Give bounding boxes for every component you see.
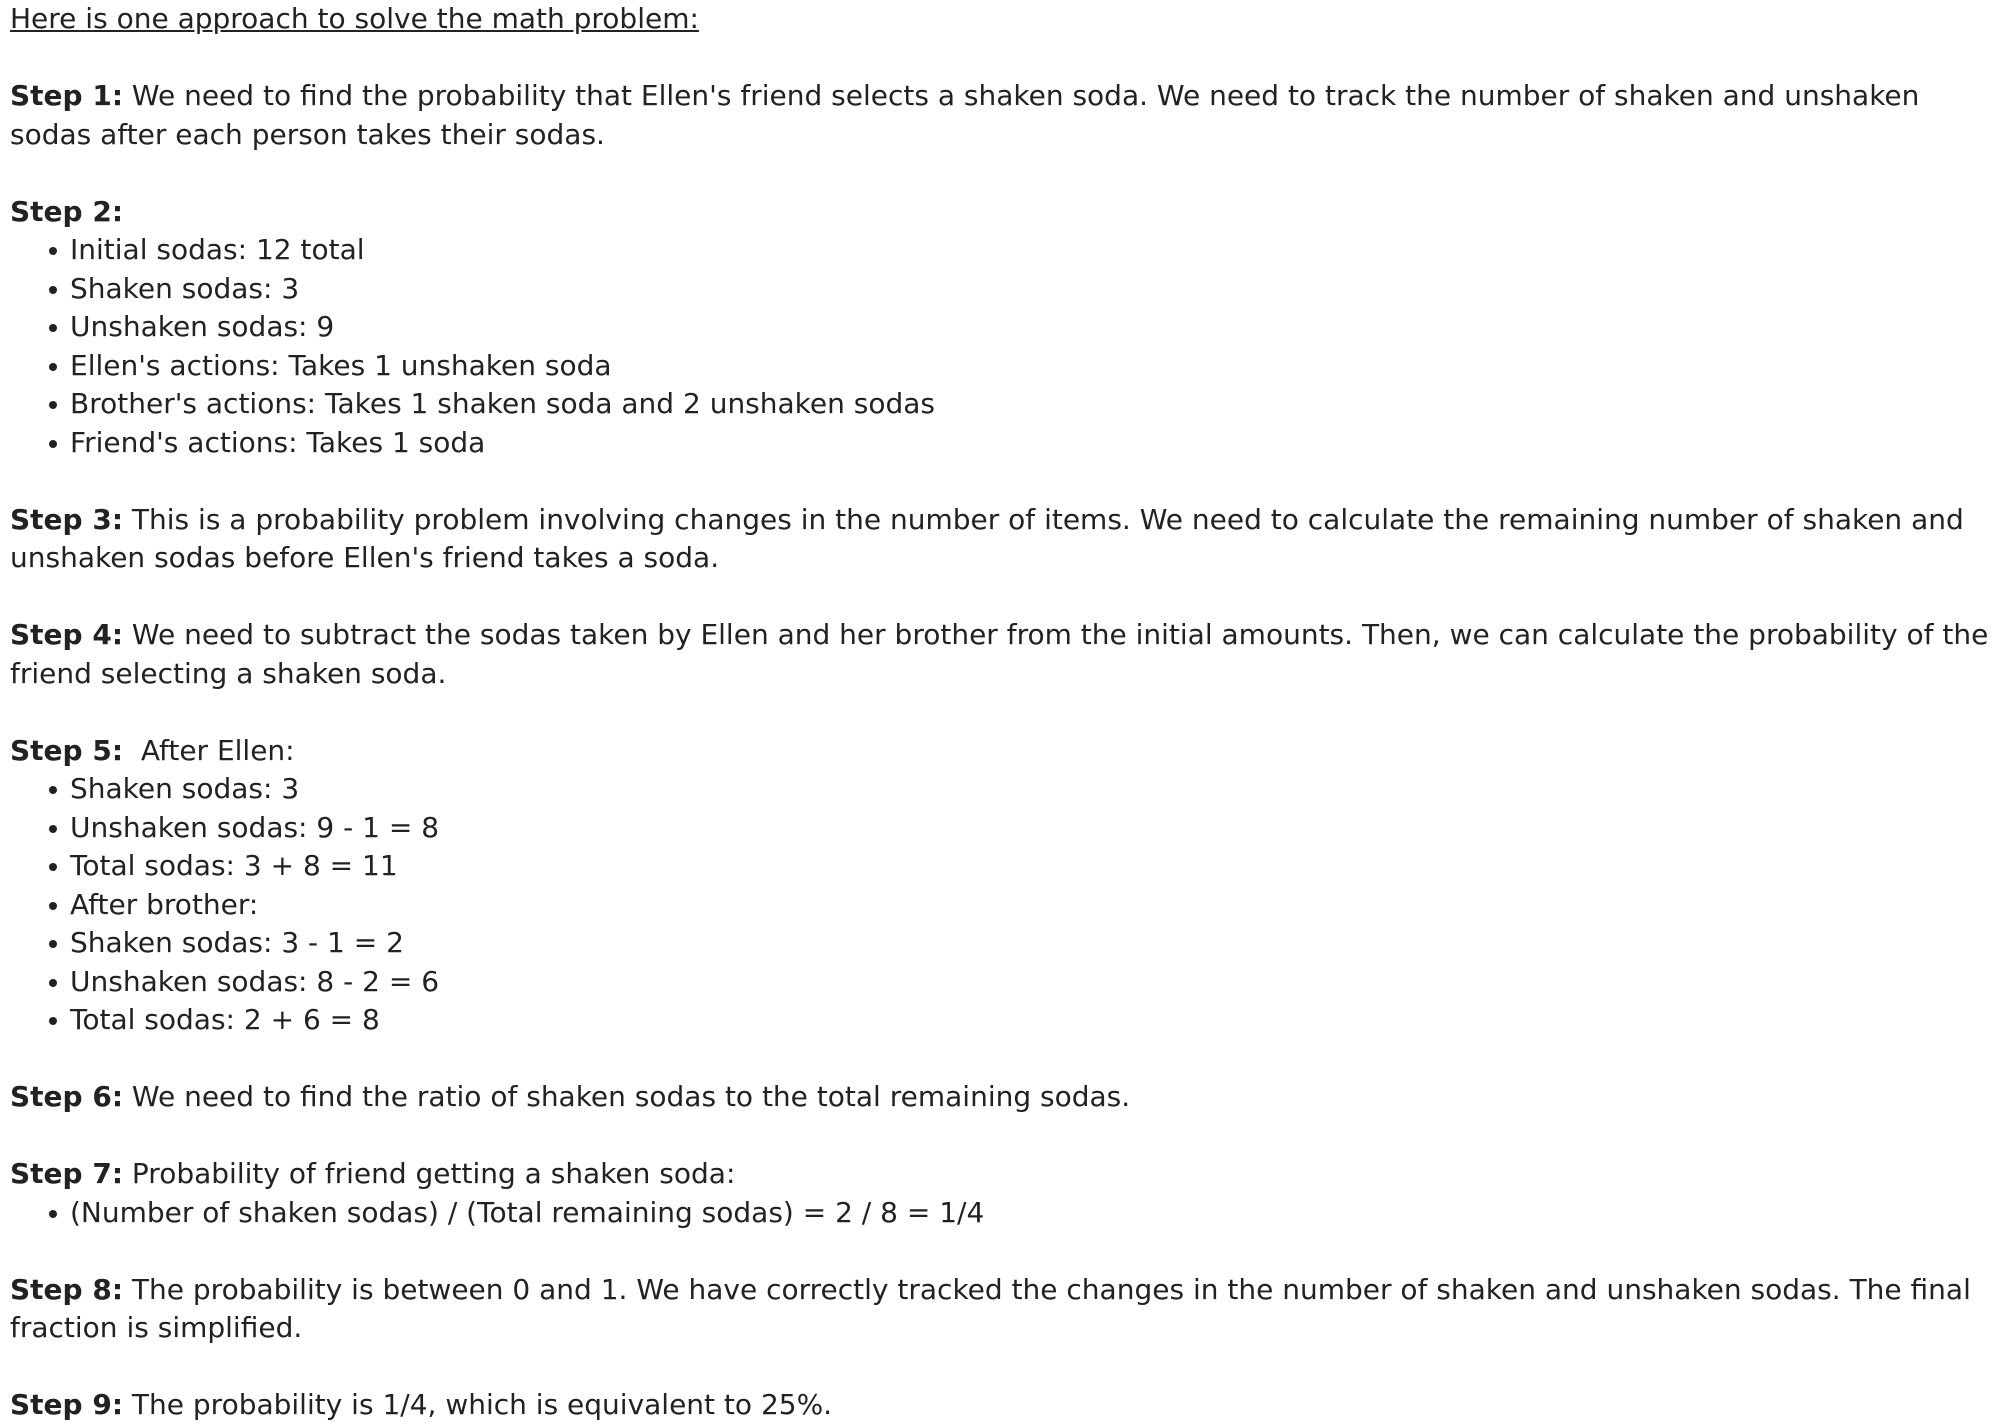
intro-heading: Here is one approach to solve the math p… <box>10 2 699 35</box>
step-label: Step 2: <box>10 194 124 228</box>
list-item: Unshaken sodas: 8 - 2 = 6 <box>49 963 2005 1002</box>
step-text: The probability is between 0 and 1. We h… <box>10 1272 1980 1345</box>
step-text: This is a probability problem involving … <box>10 502 1973 575</box>
list-item: Friend's actions: Takes 1 soda <box>49 424 2005 463</box>
list-item: Ellen's actions: Takes 1 unshaken soda <box>49 347 2005 386</box>
step-text: The probability is 1/4, which is equival… <box>123 1388 833 1421</box>
step-1: Step 1: We need to find the probability … <box>10 77 2005 154</box>
step-text: Probability of friend getting a shaken s… <box>123 1157 736 1190</box>
list-item: Shaken sodas: 3 - 1 = 2 <box>49 924 2005 963</box>
list-item: Shaken sodas: 3 <box>49 270 2005 309</box>
list-item: Unshaken sodas: 9 <box>49 308 2005 347</box>
step-5-bullet-list: Shaken sodas: 3 Unshaken sodas: 9 - 1 = 8… <box>10 770 2005 1040</box>
list-item: (Number of shaken sodas) / (Total remain… <box>49 1194 2005 1233</box>
list-item: Unshaken sodas: 9 - 1 = 8 <box>49 809 2005 848</box>
list-item: Total sodas: 2 + 6 = 8 <box>49 1001 2005 1040</box>
step-6: Step 6: We need to find the ratio of sha… <box>10 1078 2005 1117</box>
steps-container: Step 1: We need to find the probability … <box>10 39 2005 1425</box>
step-text: We need to subtract the sodas taken by E… <box>10 618 1998 690</box>
step-label: Step 9: <box>10 1388 124 1421</box>
step-text: We need to find the ratio of shaken soda… <box>123 1080 1131 1113</box>
step-2: Step 2: <box>10 193 2005 232</box>
solution-document: Here is one approach to solve the math p… <box>10 0 2005 1425</box>
list-item: After brother: <box>49 886 2005 925</box>
list-item: Shaken sodas: 3 <box>49 770 2005 809</box>
step-label: Step 1: <box>10 79 124 112</box>
step-text: We need to find the probability that Ell… <box>10 79 1929 151</box>
step-7: Step 7: Probability of friend getting a … <box>10 1155 2005 1194</box>
step-label: Step 4: <box>10 618 124 651</box>
step-text: After Ellen: <box>123 733 295 767</box>
list-item: Brother's actions: Takes 1 shaken soda a… <box>49 385 2005 424</box>
step-9: Step 9: The probability is 1/4, which is… <box>10 1386 2005 1425</box>
step-4: Step 4: We need to subtract the sodas ta… <box>10 616 2005 693</box>
step-5: Step 5: After Ellen: <box>10 732 2005 771</box>
step-label: Step 6: <box>10 1080 124 1113</box>
list-item: Initial sodas: 12 total <box>49 231 2005 270</box>
step-label: Step 8: <box>10 1272 124 1306</box>
step-7-bullet-list: (Number of shaken sodas) / (Total remain… <box>10 1194 2005 1233</box>
step-label: Step 3: <box>10 502 124 536</box>
step-label: Step 5: <box>10 733 124 767</box>
step-8: Step 8: The probability is between 0 and… <box>10 1271 2005 1348</box>
step-2-bullet-list: Initial sodas: 12 total Shaken sodas: 3 Un… <box>10 231 2005 462</box>
step-3: Step 3: This is a probability problem in… <box>10 501 2005 578</box>
list-item: Total sodas: 3 + 8 = 11 <box>49 847 2005 886</box>
step-label: Step 7: <box>10 1157 124 1190</box>
